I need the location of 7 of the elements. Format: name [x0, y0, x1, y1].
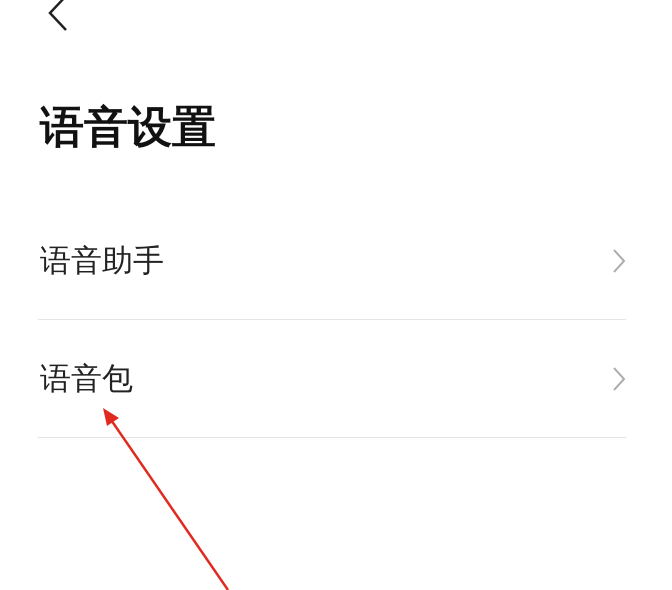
page-title: 语音设置	[40, 106, 217, 150]
chevron-right-icon	[612, 366, 626, 392]
row-label: 语音包	[40, 360, 133, 398]
settings-row[interactable]: 语音助手	[38, 202, 626, 320]
chevron-right-icon	[612, 248, 626, 274]
row-label: 语音助手	[40, 242, 164, 280]
back-icon[interactable]	[46, 0, 70, 32]
